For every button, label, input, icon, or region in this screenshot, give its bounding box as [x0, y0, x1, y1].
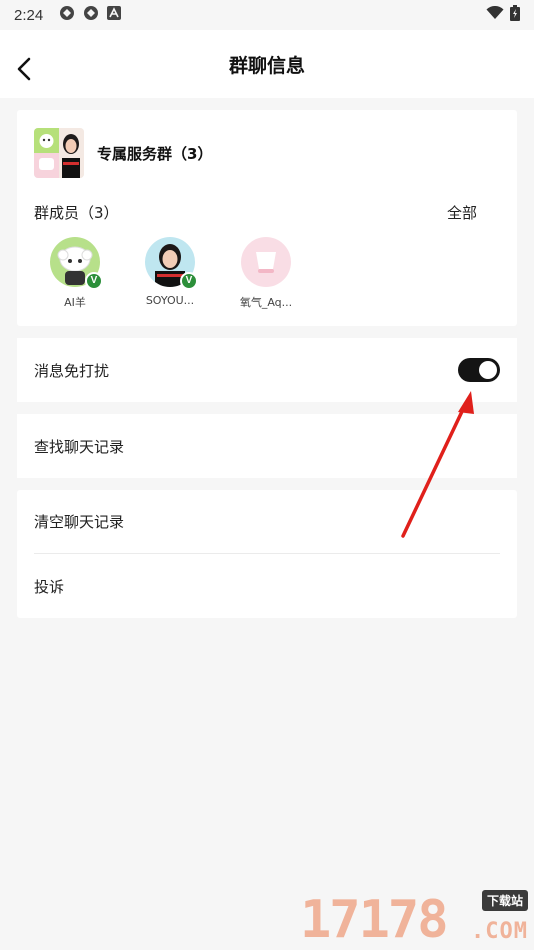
status-time: 2:24	[14, 6, 44, 24]
member-name: AI羊	[64, 296, 86, 309]
battery-icon	[510, 5, 520, 25]
group-name: 专属服务群（3）	[97, 144, 213, 163]
search-chat-history-label: 查找聊天记录	[34, 437, 125, 456]
app-notification-icon	[59, 5, 75, 25]
clear-chat-history-row[interactable]: 清空聊天记录	[34, 490, 500, 554]
member-item[interactable]: V AI羊	[30, 237, 120, 310]
watermark-logo: 17178 下载站 .COM	[300, 884, 532, 950]
view-all-members-link[interactable]: 全部	[447, 202, 477, 223]
top-app-bar: 群聊信息	[0, 30, 534, 98]
do-not-disturb-row: 消息免打扰	[17, 338, 517, 402]
search-chat-history-row[interactable]: 查找聊天记录	[17, 414, 517, 478]
chevron-left-icon[interactable]	[12, 56, 38, 82]
report-row[interactable]: 投诉	[34, 554, 500, 618]
watermark-tag: 下载站	[481, 890, 528, 911]
avatar	[241, 237, 291, 287]
toggle-knob	[479, 361, 497, 379]
actions-card: 清空聊天记录 投诉	[17, 490, 517, 618]
wifi-icon	[486, 5, 504, 24]
do-not-disturb-label: 消息免打扰	[34, 361, 110, 380]
watermark-suffix: .COM	[471, 919, 528, 944]
avatar: V	[50, 237, 103, 290]
member-name: SOYOU...	[145, 294, 195, 307]
do-not-disturb-toggle[interactable]	[458, 358, 500, 382]
status-bar: 2:24	[0, 0, 534, 30]
watermark-digits: 17178	[300, 890, 449, 950]
member-name: 氧气_Aq...	[239, 296, 293, 309]
app-notification-icon	[83, 5, 99, 25]
group-info-card: 专属服务群（3） 群成员（3） 全部 V AI羊 V SOYOU... 氧气_A…	[17, 110, 517, 326]
avatar: V	[145, 237, 198, 290]
report-label: 投诉	[34, 577, 65, 596]
clear-chat-history-label: 清空聊天记录	[34, 513, 125, 531]
member-item[interactable]: 氧气_Aq...	[221, 237, 311, 310]
verified-badge: V	[180, 272, 198, 290]
a-notification-icon	[107, 6, 122, 24]
page-title: 群聊信息	[228, 54, 305, 77]
group-avatar	[34, 128, 84, 178]
verified-badge: V	[85, 272, 103, 290]
members-label: 群成员（3）	[34, 204, 119, 222]
member-item[interactable]: V SOYOU...	[125, 237, 215, 307]
group-header[interactable]: 专属服务群（3）	[34, 128, 212, 178]
